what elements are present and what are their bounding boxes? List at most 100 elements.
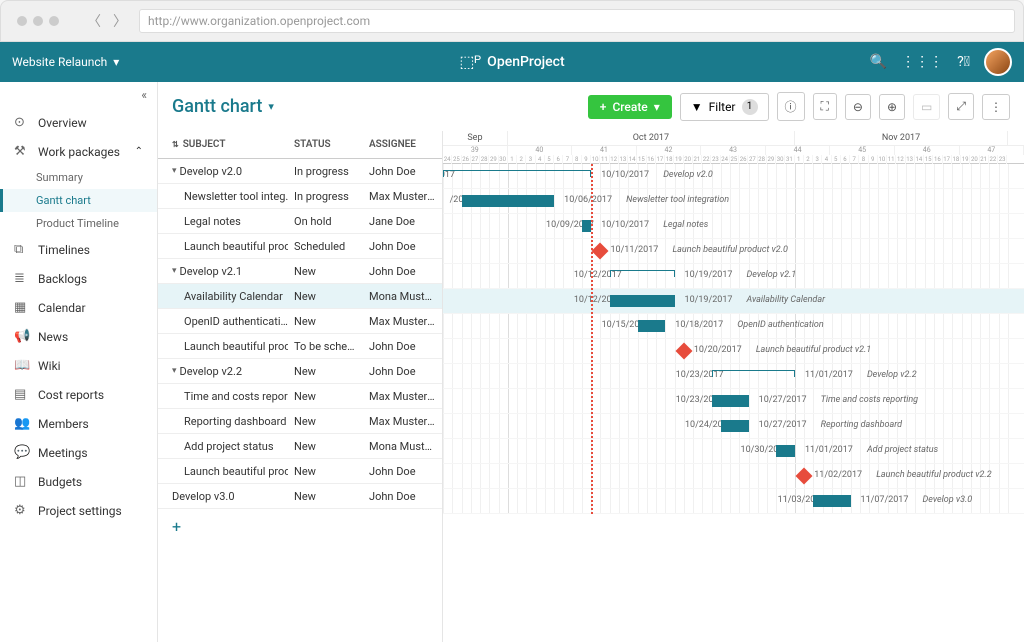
sidebar-item-calendar[interactable]: ▦Calendar xyxy=(0,293,157,322)
filter-button[interactable]: ▼ Filter 1 xyxy=(680,93,769,121)
info-button[interactable]: ⓘ xyxy=(777,92,805,121)
page-title[interactable]: Gantt chart ▾ xyxy=(172,96,274,117)
apps-icon[interactable]: ⋮⋮⋮ xyxy=(901,54,943,70)
task-bar[interactable] xyxy=(813,495,850,507)
gantt-row[interactable]: 10/30/201711/01/2017Add project status xyxy=(443,439,1024,464)
gantt-row[interactable]: 10/12/201710/19/2017Develop v2.1 xyxy=(443,264,1024,289)
task-bar[interactable] xyxy=(712,395,749,407)
gantt-row[interactable]: 10/15/201710/18/2017OpenID authenticatio… xyxy=(443,314,1024,339)
sidebar-item-overview[interactable]: ⊙Overview xyxy=(0,108,157,137)
fullscreen-button[interactable]: ⛶ xyxy=(813,93,837,120)
gantt-row[interactable]: 11/02/2017Launch beautiful product v2.2 xyxy=(443,464,1024,489)
sidebar-item-budgets[interactable]: ◫Budgets xyxy=(0,467,157,496)
summary-bar[interactable] xyxy=(712,370,795,371)
close-dot[interactable] xyxy=(17,16,27,26)
milestone-diamond[interactable] xyxy=(675,343,692,360)
subject-text: Add project status xyxy=(184,440,274,453)
sidebar-sub-gantt-chart[interactable]: Gantt chart xyxy=(0,189,157,212)
zoom-out-button[interactable]: ⊖ xyxy=(845,94,871,120)
create-label: Create xyxy=(612,100,647,114)
col-assignee[interactable]: ASSIGNEE xyxy=(363,131,442,158)
sidebar-item-news[interactable]: 📢News xyxy=(0,322,157,351)
url-bar[interactable]: http://www.organization.openproject.com xyxy=(139,9,1015,33)
help-icon[interactable]: ?⃝ xyxy=(957,54,970,70)
gantt-row[interactable]: 10/23/201710/27/2017Time and costs repor… xyxy=(443,389,1024,414)
table-row[interactable]: Availability CalendarNewMona Musterfrau xyxy=(158,284,442,309)
table-row[interactable]: ▾Develop v2.0In progressJohn Doe xyxy=(158,159,442,184)
start-date-label: 10/12/2017 xyxy=(574,270,622,280)
table-row[interactable]: OpenID authenticati…NewMax Mustermann xyxy=(158,309,442,334)
avatar[interactable] xyxy=(984,48,1012,76)
brand-logo[interactable]: ⬚ᴾ OpenProject xyxy=(459,52,564,72)
table-row[interactable]: Reporting dashboardNewMax Mustermann xyxy=(158,409,442,434)
gantt-row[interactable]: /201710/10/2017Develop v2.0 xyxy=(443,164,1024,189)
week-header: 41 xyxy=(572,146,637,155)
nav-label: Cost reports xyxy=(38,388,104,402)
gantt-pane[interactable]: SepOct 2017Nov 2017394041424344454647242… xyxy=(443,131,1024,642)
gantt-row[interactable]: 10/20/2017Launch beautiful product v2.1 xyxy=(443,339,1024,364)
caret-down-icon[interactable]: ▾ xyxy=(172,366,177,376)
day-header: 19 xyxy=(674,155,683,164)
task-bar[interactable] xyxy=(638,320,666,332)
more-button[interactable]: ⋮ xyxy=(982,94,1010,120)
gantt-row[interactable]: 10/12/201710/19/2017Availability Calenda… xyxy=(443,289,1024,314)
table-row[interactable]: Launch beautiful produc…ScheduledJohn Do… xyxy=(158,234,442,259)
table-row[interactable]: Newsletter tool integ…In progressMax Mus… xyxy=(158,184,442,209)
project-selector[interactable]: Website Relaunch ▾ xyxy=(12,55,119,69)
table-row[interactable]: Launch beautiful produc…NewJohn Doe xyxy=(158,459,442,484)
add-row-button[interactable]: + xyxy=(158,509,442,544)
caret-down-icon[interactable]: ▾ xyxy=(172,166,177,176)
subject-text: Develop v2.2 xyxy=(180,365,243,378)
back-icon[interactable]: 〈 xyxy=(83,11,105,31)
zen-button[interactable]: ▭ xyxy=(913,94,940,120)
end-date-label: 10/18/2017 xyxy=(675,320,723,330)
max-dot[interactable] xyxy=(49,16,59,26)
sidebar-sub-summary[interactable]: Summary xyxy=(0,166,157,189)
sidebar-item-cost-reports[interactable]: ▤Cost reports xyxy=(0,380,157,409)
table-row[interactable]: Launch beautiful produc…To be scheduledJ… xyxy=(158,334,442,359)
sidebar-item-timelines[interactable]: ⧉Timelines xyxy=(0,235,157,264)
gantt-row[interactable]: 10/23/201711/01/2017Develop v2.2 xyxy=(443,364,1024,389)
gantt-row[interactable]: 11/03/201711/07/2017Develop v3.0 xyxy=(443,489,1024,514)
table-row[interactable]: Time and costs repor…NewMax Mustermann xyxy=(158,384,442,409)
gantt-row[interactable]: 10/11/2017Launch beautiful product v2.0 xyxy=(443,239,1024,264)
col-subject[interactable]: ⇅SUBJECT xyxy=(158,131,288,158)
gantt-row[interactable]: 10/09/201710/10/2017Legal notes xyxy=(443,214,1024,239)
min-dot[interactable] xyxy=(33,16,43,26)
gantt-row[interactable]: /201710/06/2017Newsletter tool integrati… xyxy=(443,189,1024,214)
task-bar[interactable] xyxy=(721,420,749,432)
col-status[interactable]: STATUS xyxy=(288,131,363,158)
table-row[interactable]: ▾Develop v2.1NewJohn Doe xyxy=(158,259,442,284)
task-bar[interactable] xyxy=(582,220,591,232)
table-row[interactable]: ▾Develop v2.2NewJohn Doe xyxy=(158,359,442,384)
collapse-sidebar-icon[interactable]: « xyxy=(0,82,157,108)
summary-bar[interactable] xyxy=(610,270,675,271)
task-bar[interactable] xyxy=(610,295,675,307)
task-bar[interactable] xyxy=(776,445,795,457)
sidebar-sub-product-timeline[interactable]: Product Timeline xyxy=(0,212,157,235)
sidebar-item-backlogs[interactable]: ≣Backlogs xyxy=(0,264,157,293)
sidebar-item-meetings[interactable]: 💬Meetings xyxy=(0,438,157,467)
create-button[interactable]: + Create ▾ xyxy=(588,95,672,119)
caret-down-icon[interactable]: ▾ xyxy=(172,266,177,276)
zoom-in-button[interactable]: ⊕ xyxy=(879,94,905,120)
expand-button[interactable]: ⤢ xyxy=(948,93,974,120)
milestone-diamond[interactable] xyxy=(796,468,813,485)
table-pane: ⇅SUBJECT STATUS ASSIGNEE ▾Develop v2.0In… xyxy=(158,131,443,642)
end-date-label: 11/01/2017 xyxy=(805,445,853,455)
gantt-row[interactable]: 10/24/201710/27/2017Reporting dashboard xyxy=(443,414,1024,439)
sidebar-item-work-packages[interactable]: ⚒Work packages⌃ xyxy=(0,137,157,166)
sidebar-item-members[interactable]: 👥Members xyxy=(0,409,157,438)
table-row[interactable]: Develop v3.0NewJohn Doe xyxy=(158,484,442,509)
sidebar-item-wiki[interactable]: 📖Wiki xyxy=(0,351,157,380)
nav-label: Timelines xyxy=(38,243,90,257)
forward-icon[interactable]: 〉 xyxy=(109,11,131,31)
search-icon[interactable]: 🔍 xyxy=(870,54,887,70)
sidebar-item-project-settings[interactable]: ⚙Project settings xyxy=(0,496,157,525)
table-row[interactable]: Legal notesOn holdJane Doe xyxy=(158,209,442,234)
summary-bar[interactable] xyxy=(443,170,591,171)
task-bar[interactable] xyxy=(462,195,555,207)
table-row[interactable]: Add project statusNewMona Musterfrau xyxy=(158,434,442,459)
milestone-diamond[interactable] xyxy=(592,243,609,260)
week-header: 44 xyxy=(766,146,831,155)
